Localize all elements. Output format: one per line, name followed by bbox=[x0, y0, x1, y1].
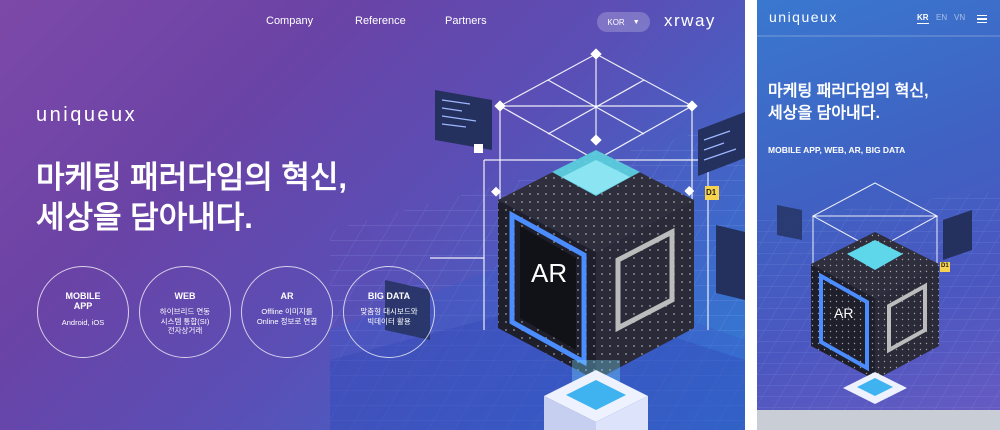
service-web[interactable]: WEB 하이브리드 연동 시스템 통합(SI) 전자상거래 bbox=[139, 266, 231, 358]
mobile-services-subline: MOBILE APP, WEB, AR, BIG DATA bbox=[768, 145, 906, 155]
mobile-uniqueux-logo[interactable]: uniqueux bbox=[769, 9, 838, 25]
mobile-headline-line-1: 마케팅 패러다임의 혁신, bbox=[768, 83, 929, 100]
service-ar[interactable]: AR Offline 이미지를 Online 정보로 연결 bbox=[241, 266, 333, 358]
mobile-headline-line-2: 세상을 담아내다. bbox=[768, 105, 880, 123]
hero-headline-line-1: 마케팅 패러다임의 혁신, bbox=[36, 160, 348, 195]
desktop-view: Company Reference Partners KOR ▼ xrway u… bbox=[0, 0, 745, 430]
mobile-tag-d1-label: D1 bbox=[941, 263, 949, 269]
service-title: BIG DATA bbox=[367, 291, 411, 301]
service-title: AR bbox=[280, 291, 294, 301]
mobile-cube-ar-label: AR bbox=[834, 305, 854, 321]
menu-icon[interactable] bbox=[977, 13, 987, 25]
nav-reference[interactable]: Reference bbox=[355, 15, 406, 27]
mobile-view: uniqueux KR EN VN 마케팅 패러다임의 혁신, 세상을 담아내다… bbox=[757, 0, 1000, 430]
lang-kr[interactable]: KR bbox=[917, 13, 929, 24]
language-selector[interactable]: KOR ▼ bbox=[597, 12, 650, 32]
tag-d1-label: D1 bbox=[706, 188, 717, 197]
service-title: MOBILE APP bbox=[65, 291, 101, 312]
hero-headline-line-2: 세상을 담아내다. bbox=[36, 200, 253, 236]
chevron-down-icon: ▼ bbox=[632, 18, 640, 26]
divider bbox=[745, 0, 757, 430]
partner-logo-xrway[interactable]: xrway bbox=[664, 11, 716, 31]
cube-ar-label: AR bbox=[531, 258, 568, 288]
lang-en[interactable]: EN bbox=[936, 13, 947, 22]
uniqueux-logo[interactable]: uniqueux bbox=[36, 104, 137, 127]
service-big-data[interactable]: BIG DATA 맞춤형 대시보드와 빅데이터 활용 bbox=[343, 266, 435, 358]
nav-company[interactable]: Company bbox=[266, 15, 313, 27]
service-desc: 하이브리드 연동 시스템 통합(SI) 전자상거래 bbox=[159, 307, 211, 336]
hero-headline: 마케팅 패러다임의 혁신, 세상을 담아내다. bbox=[36, 158, 347, 239]
service-desc: Offline 이미지를 Online 정보로 연결 bbox=[256, 307, 318, 326]
nav-partners[interactable]: Partners bbox=[445, 15, 487, 27]
service-mobile-app[interactable]: MOBILE APP Android, iOS bbox=[37, 266, 129, 358]
mobile-hero-headline: 마케팅 패러다임의 혁신, 세상을 담아내다. bbox=[768, 81, 929, 126]
mobile-ar-cube-illustration bbox=[757, 35, 1000, 430]
lang-vn[interactable]: VN bbox=[954, 13, 965, 22]
language-label: KOR bbox=[607, 17, 625, 27]
service-desc: 맞춤형 대시보드와 빅데이터 활용 bbox=[360, 307, 418, 326]
service-desc: Android, iOS bbox=[61, 317, 105, 327]
service-title: WEB bbox=[174, 291, 196, 301]
